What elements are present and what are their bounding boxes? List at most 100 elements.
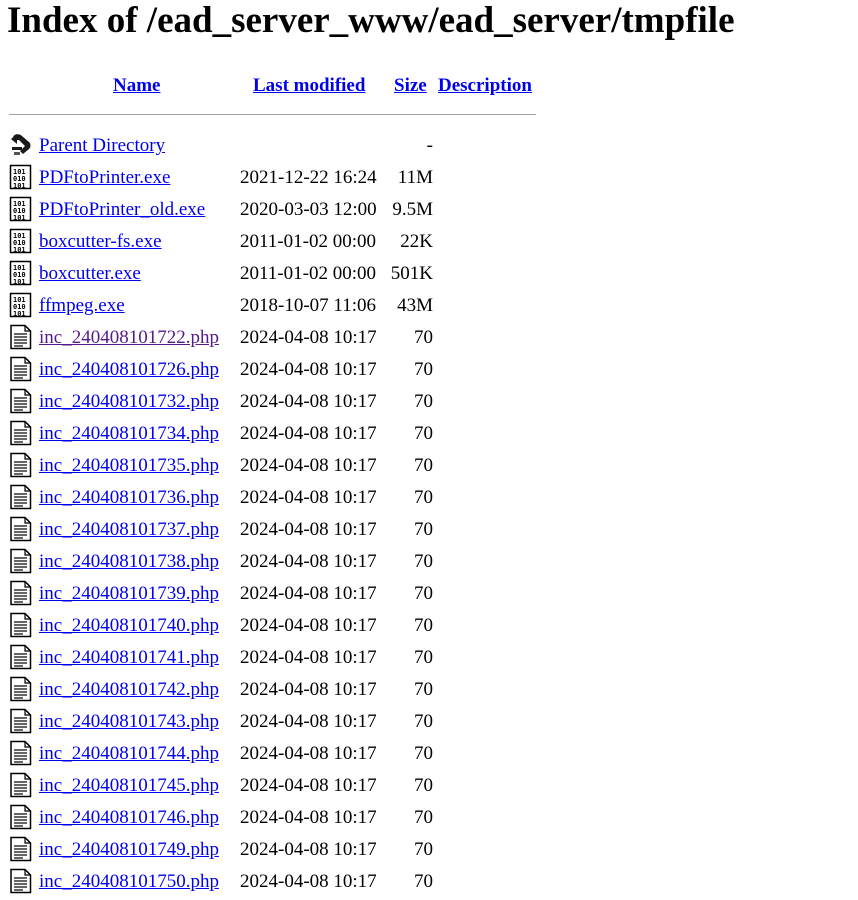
file-link[interactable]: boxcutter.exe	[39, 263, 141, 285]
file-link[interactable]: PDFtoPrinter_old.exe	[39, 199, 205, 221]
file-row: inc_240408101746.php 2024-04-08 10:17 70	[0, 803, 540, 835]
file-link[interactable]: inc_240408101734.php	[39, 423, 219, 445]
file-link[interactable]: PDFtoPrinter.exe	[39, 167, 170, 189]
file-size: 70	[414, 647, 433, 668]
file-size: 9.5M	[392, 199, 433, 220]
file-link[interactable]: inc_240408101740.php	[39, 615, 219, 637]
file-row: inc_240408101742.php 2024-04-08 10:17 70	[0, 675, 540, 707]
file-last-modified: 2024-04-08 10:17	[240, 711, 377, 732]
file-link[interactable]: inc_240408101739.php	[39, 583, 219, 605]
file-size: 70	[414, 487, 433, 508]
svg-text:101: 101	[13, 278, 26, 286]
file-size: 43M	[397, 295, 433, 316]
sort-by-size-link[interactable]: Size	[394, 75, 427, 97]
file-size: 70	[414, 391, 433, 412]
text-file-icon	[9, 836, 33, 862]
file-row: inc_240408101740.php 2024-04-08 10:17 70	[0, 611, 540, 643]
file-link[interactable]: inc_240408101736.php	[39, 487, 219, 509]
text-file-icon	[9, 644, 33, 670]
file-link[interactable]: inc_240408101745.php	[39, 775, 219, 797]
file-last-modified: 2024-04-08 10:17	[240, 839, 377, 860]
file-link[interactable]: inc_240408101735.php	[39, 455, 219, 477]
file-size: 70	[414, 455, 433, 476]
file-last-modified: 2024-04-08 10:17	[240, 647, 377, 668]
file-link[interactable]: inc_240408101738.php	[39, 551, 219, 573]
file-size: 70	[414, 423, 433, 444]
file-row: inc_240408101738.php 2024-04-08 10:17 70	[0, 547, 540, 579]
file-last-modified: 2024-04-08 10:17	[240, 583, 377, 604]
text-file-icon	[9, 772, 33, 798]
page-title: Index of /ead_server_www/ead_server/tmpf…	[7, 0, 735, 41]
binary-file-icon: 101 010 101	[9, 260, 33, 286]
svg-text:101: 101	[13, 246, 26, 254]
text-file-icon	[9, 452, 33, 478]
file-row: inc_240408101726.php 2024-04-08 10:17 70	[0, 355, 540, 387]
file-size: 70	[414, 551, 433, 572]
file-row: inc_240408101739.php 2024-04-08 10:17 70	[0, 579, 540, 611]
svg-text:101: 101	[13, 182, 26, 190]
header-divider	[9, 114, 536, 115]
file-link[interactable]: ffmpeg.exe	[39, 295, 125, 317]
text-file-icon	[9, 740, 33, 766]
file-row: inc_240408101741.php 2024-04-08 10:17 70	[0, 643, 540, 675]
file-row: inc_240408101745.php 2024-04-08 10:17 70	[0, 771, 540, 803]
file-link[interactable]: inc_240408101743.php	[39, 711, 219, 733]
file-row: inc_240408101743.php 2024-04-08 10:17 70	[0, 707, 540, 739]
file-row: 101 010 101 boxcutter-fs.exe 2011-01-02 00:0…	[0, 227, 540, 259]
sort-by-last-modified-link[interactable]: Last modified	[253, 75, 365, 97]
parent-size: -	[426, 135, 433, 156]
file-last-modified: 2024-04-08 10:17	[240, 743, 377, 764]
binary-file-icon: 101 010 101	[9, 164, 33, 190]
file-row: inc_240408101722.php 2024-04-08 10:17 70	[0, 323, 540, 355]
sort-by-description-link[interactable]: Description	[438, 75, 532, 97]
file-row: inc_240408101735.php 2024-04-08 10:17 70	[0, 451, 540, 483]
file-last-modified: 2024-04-08 10:17	[240, 391, 377, 412]
parent-directory-row: Parent Directory -	[0, 131, 540, 163]
file-link[interactable]: inc_240408101746.php	[39, 807, 219, 829]
file-size: 70	[414, 359, 433, 380]
file-row: inc_240408101736.php 2024-04-08 10:17 70	[0, 483, 540, 515]
file-row: 101 010 101 PDFtoPrinter_old.exe 2020-03-03 …	[0, 195, 540, 227]
file-size: 11M	[397, 167, 433, 188]
file-size: 70	[414, 839, 433, 860]
file-size: 70	[414, 519, 433, 540]
text-file-icon	[9, 516, 33, 542]
text-file-icon	[9, 612, 33, 638]
file-last-modified: 2018-10-07 11:06	[240, 295, 376, 316]
file-row: inc_240408101732.php 2024-04-08 10:17 70	[0, 387, 540, 419]
file-last-modified: 2024-04-08 10:17	[240, 615, 377, 636]
svg-text:101: 101	[13, 214, 26, 222]
file-link[interactable]: boxcutter-fs.exe	[39, 231, 162, 253]
file-row: inc_240408101734.php 2024-04-08 10:17 70	[0, 419, 540, 451]
file-last-modified: 2024-04-08 10:17	[240, 871, 377, 892]
file-link[interactable]: inc_240408101741.php	[39, 647, 219, 669]
file-last-modified: 2011-01-02 00:00	[240, 263, 376, 284]
file-link[interactable]: inc_240408101742.php	[39, 679, 219, 701]
file-size: 70	[414, 711, 433, 732]
file-link[interactable]: inc_240408101750.php	[39, 871, 219, 893]
binary-file-icon: 101 010 101	[9, 196, 33, 222]
file-size: 70	[414, 679, 433, 700]
file-link[interactable]: inc_240408101737.php	[39, 519, 219, 541]
file-last-modified: 2024-04-08 10:17	[240, 327, 377, 348]
file-last-modified: 2024-04-08 10:17	[240, 519, 377, 540]
file-row: inc_240408101737.php 2024-04-08 10:17 70	[0, 515, 540, 547]
file-link[interactable]: inc_240408101726.php	[39, 359, 219, 381]
file-link[interactable]: inc_240408101744.php	[39, 743, 219, 765]
file-last-modified: 2024-04-08 10:17	[240, 775, 377, 796]
file-last-modified: 2024-04-08 10:17	[240, 551, 377, 572]
file-row: 101 010 101 boxcutter.exe 2011-01-02 00:00 50…	[0, 259, 540, 291]
file-link[interactable]: inc_240408101732.php	[39, 391, 219, 413]
text-file-icon	[9, 676, 33, 702]
parent-directory-link[interactable]: Parent Directory	[39, 135, 165, 157]
binary-file-icon: 101 010 101	[9, 228, 33, 254]
file-link[interactable]: inc_240408101722.php	[39, 327, 219, 349]
text-file-icon	[9, 548, 33, 574]
file-size: 22K	[400, 231, 433, 252]
sort-by-name-link[interactable]: Name	[113, 75, 160, 97]
text-file-icon	[9, 484, 33, 510]
text-file-icon	[9, 580, 33, 606]
file-link[interactable]: inc_240408101749.php	[39, 839, 219, 861]
file-row: 101 010 101 ffmpeg.exe 2018-10-07 11:06 43M	[0, 291, 540, 323]
file-size: 70	[414, 615, 433, 636]
